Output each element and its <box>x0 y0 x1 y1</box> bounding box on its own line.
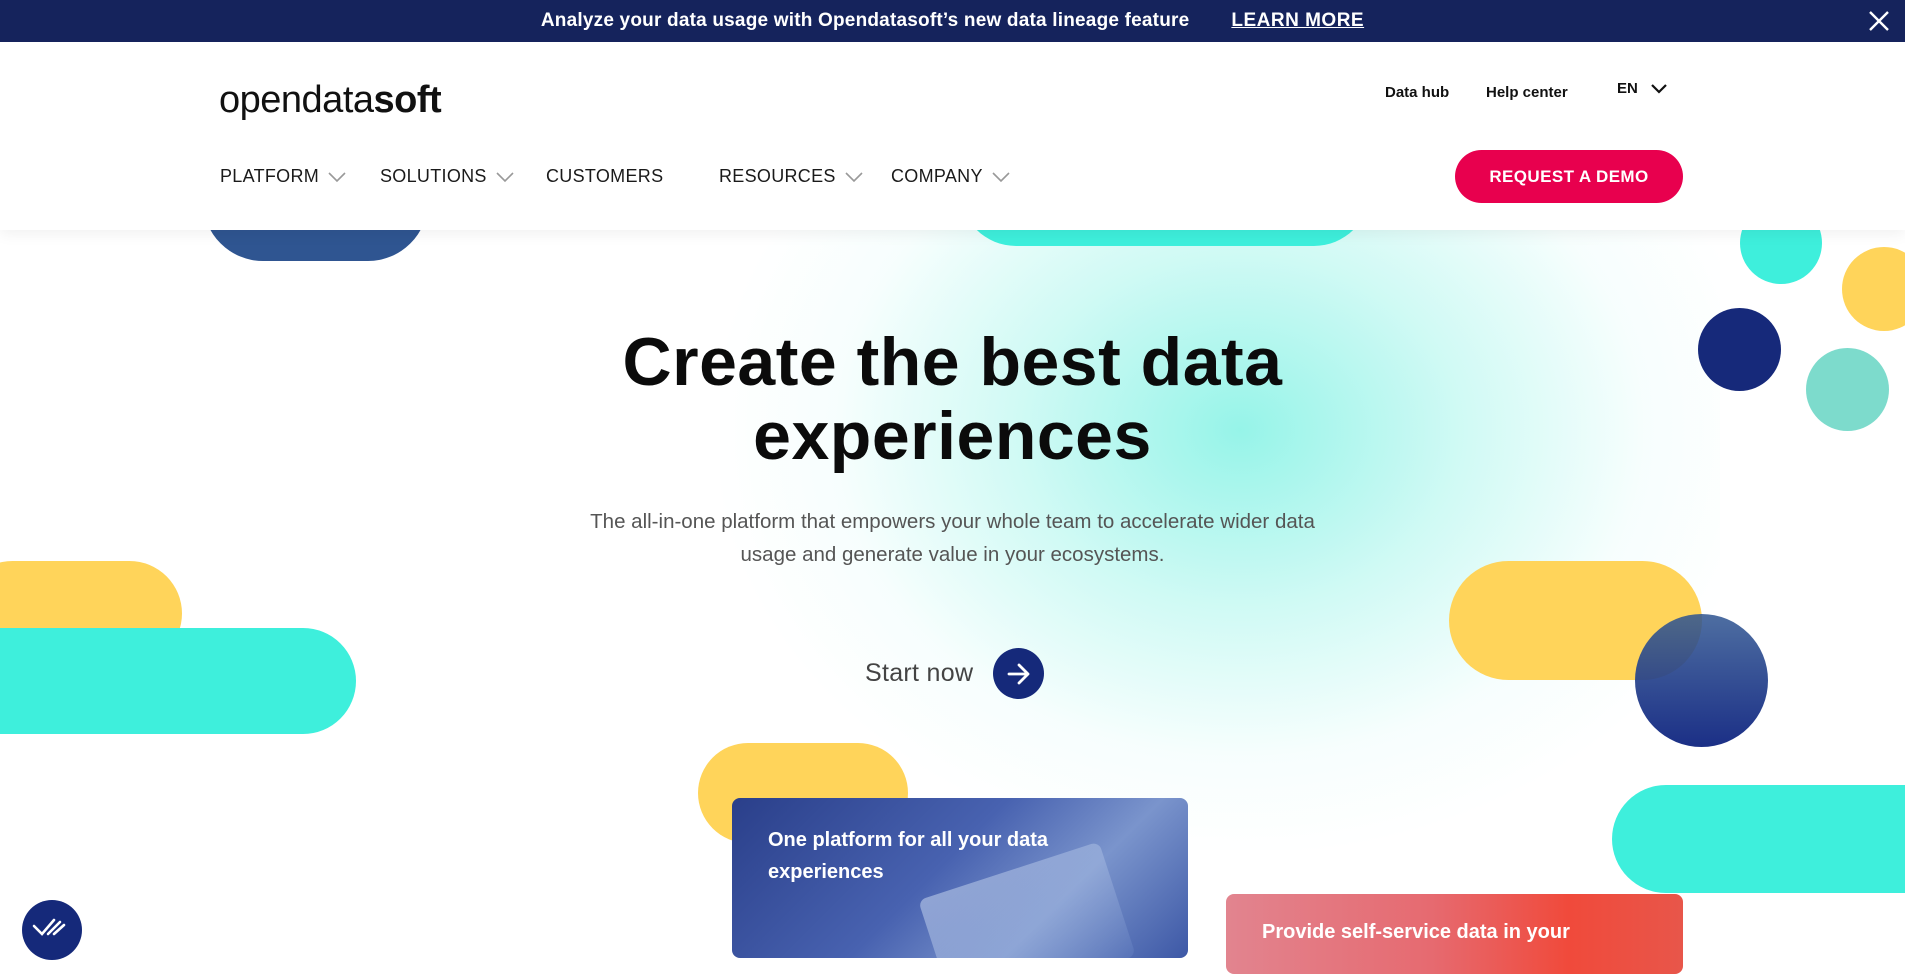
start-now-label: Start now <box>865 659 974 687</box>
feature-card-self-service[interactable]: Provide self-service data in your <box>1226 894 1683 974</box>
nav-solutions[interactable]: SOLUTIONS <box>380 166 515 187</box>
deco-circle-teal <box>1806 348 1889 431</box>
learn-more-link[interactable]: LEARN MORE <box>1231 10 1364 32</box>
opendatasoft-logo[interactable]: opendatasoft <box>219 79 442 122</box>
request-demo-button[interactable]: REQUEST A DEMO <box>1455 150 1683 203</box>
arrow-right-icon <box>993 648 1045 699</box>
card-title: Provide self-service data in your <box>1262 921 1570 943</box>
deco-pill-turquoise-left <box>0 628 356 734</box>
chevron-down-icon <box>992 171 1010 182</box>
deco-pill-turquoise-right <box>1612 785 1905 893</box>
card-title: One platform for all your data experienc… <box>768 829 1049 883</box>
nav-solutions-label: SOLUTIONS <box>380 166 487 186</box>
nav-customers-label: CUSTOMERS <box>546 166 664 186</box>
chevron-down-icon <box>1651 83 1667 94</box>
hero-title-line1: Create the best data <box>622 324 1283 400</box>
chevron-down-icon <box>496 171 514 182</box>
chevron-down-icon <box>845 171 863 182</box>
start-now-button[interactable]: Start now <box>865 648 1045 699</box>
site-header: opendatasoft Data hub Help center EN PLA… <box>0 42 1905 230</box>
logo-part-soft: soft <box>373 79 442 121</box>
nav-resources-label: RESOURCES <box>719 166 836 186</box>
nav-resources[interactable]: RESOURCES <box>719 166 864 187</box>
announcement-bar: Analyze your data usage with Opendatasof… <box>0 0 1905 42</box>
deco-circle-navy <box>1698 308 1781 391</box>
data-hub-link[interactable]: Data hub <box>1385 84 1449 101</box>
logo-part-open: open <box>219 79 302 121</box>
language-label: EN <box>1617 80 1638 97</box>
nav-company[interactable]: COMPANY <box>891 166 1011 187</box>
hero-subtitle-line1: The all-in-one platform that empowers yo… <box>590 510 1315 533</box>
nav-platform-label: PLATFORM <box>220 166 320 186</box>
hero-subtitle: The all-in-one platform that empowers yo… <box>520 505 1385 571</box>
language-selector[interactable]: EN <box>1617 80 1668 97</box>
nav-platform[interactable]: PLATFORM <box>220 166 347 187</box>
announcement-message: Analyze your data usage with Opendatasof… <box>540 10 1190 31</box>
close-icon[interactable] <box>1867 9 1891 33</box>
checkmark-badge-icon[interactable] <box>22 900 82 960</box>
deco-circle-yellow <box>1842 247 1905 331</box>
deco-circle-blue-gradient <box>1635 614 1768 747</box>
chevron-down-icon <box>328 171 346 182</box>
nav-customers[interactable]: CUSTOMERS <box>546 166 663 187</box>
hero-title: Create the best data experiences <box>480 325 1425 473</box>
nav-company-label: COMPANY <box>891 166 983 186</box>
hero-title-line2: experiences <box>753 398 1152 474</box>
logo-part-data: data <box>301 79 374 121</box>
feature-card-platform[interactable]: One platform for all your data experienc… <box>732 798 1188 958</box>
help-center-link[interactable]: Help center <box>1486 84 1568 101</box>
hero-subtitle-line2: usage and generate value in your ecosyst… <box>740 543 1165 566</box>
